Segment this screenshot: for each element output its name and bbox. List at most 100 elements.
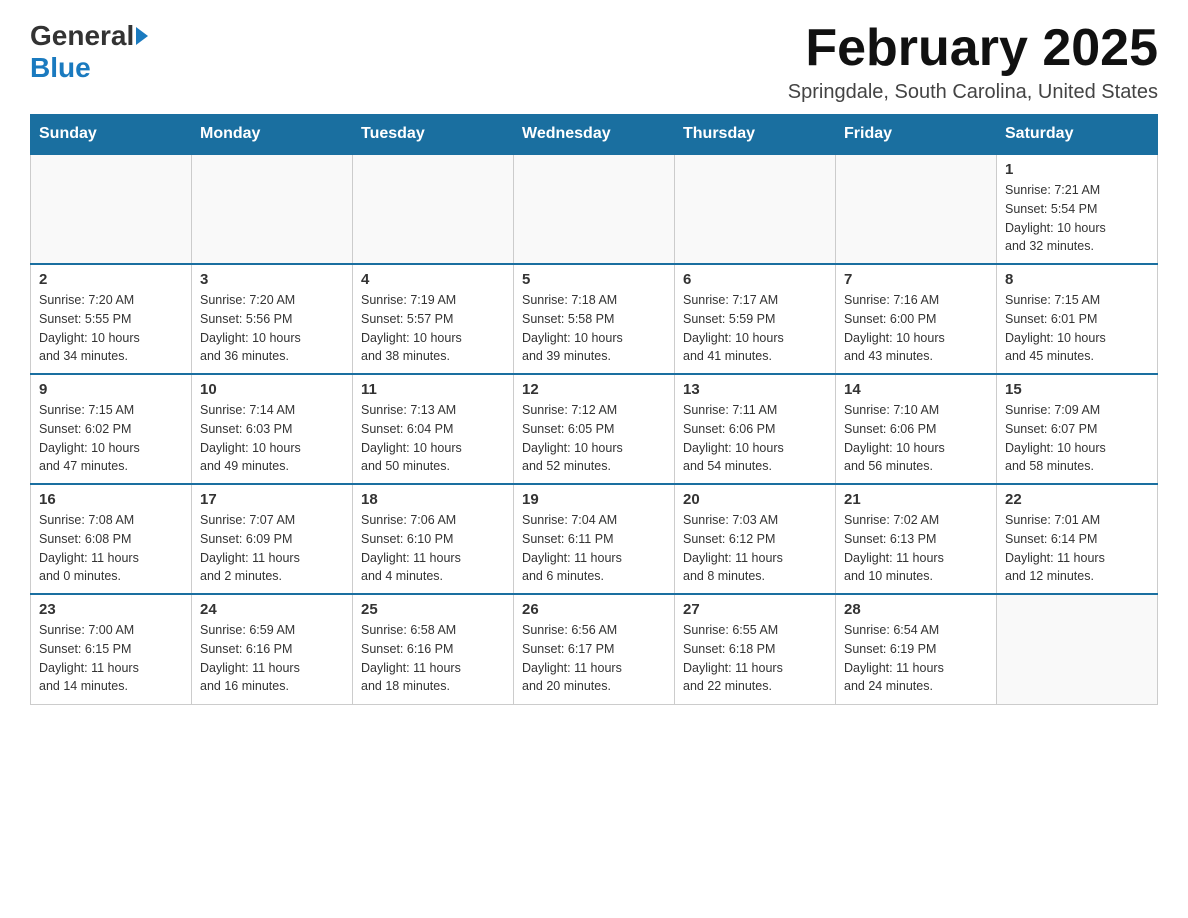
day-info: Sunrise: 7:11 AMSunset: 6:06 PMDaylight:… bbox=[683, 401, 827, 476]
month-year-title: February 2025 bbox=[788, 20, 1158, 77]
calendar-cell: 16 Sunrise: 7:08 AMSunset: 6:08 PMDayligh… bbox=[31, 484, 192, 594]
calendar-cell bbox=[31, 154, 192, 264]
weekday-header-sunday: Sunday bbox=[31, 115, 192, 155]
day-number: 24 bbox=[200, 601, 344, 618]
day-info: Sunrise: 6:54 AMSunset: 6:19 PMDaylight:… bbox=[844, 621, 988, 696]
day-info: Sunrise: 7:14 AMSunset: 6:03 PMDaylight:… bbox=[200, 401, 344, 476]
day-number: 19 bbox=[522, 491, 666, 508]
calendar-cell: 27Sunrise: 6:55 AMSunset: 6:18 PMDayligh… bbox=[675, 594, 836, 704]
day-info: Sunrise: 7:06 AMSunset: 6:10 PMDaylight:… bbox=[361, 511, 505, 586]
day-info: Sunrise: 7:18 AMSunset: 5:58 PMDaylight:… bbox=[522, 291, 666, 366]
calendar-cell: 7 Sunrise: 7:16 AMSunset: 6:00 PMDaylight… bbox=[836, 264, 997, 374]
calendar-cell: 17 Sunrise: 7:07 AMSunset: 6:09 PMDayligh… bbox=[192, 484, 353, 594]
calendar-table: SundayMondayTuesdayWednesdayThursdayFrid… bbox=[30, 114, 1158, 705]
day-info: Sunrise: 7:02 AMSunset: 6:13 PMDaylight:… bbox=[844, 511, 988, 586]
page-header: General Blue February 2025 Springdale, S… bbox=[30, 20, 1158, 104]
day-number: 6 bbox=[683, 271, 827, 288]
day-info: Sunrise: 7:00 AMSunset: 6:15 PMDaylight:… bbox=[39, 621, 183, 696]
calendar-week-row: 16 Sunrise: 7:08 AMSunset: 6:08 PMDayligh… bbox=[31, 484, 1158, 594]
calendar-cell: 8 Sunrise: 7:15 AMSunset: 6:01 PMDaylight… bbox=[997, 264, 1158, 374]
day-info: Sunrise: 7:01 AMSunset: 6:14 PMDaylight:… bbox=[1005, 511, 1149, 586]
calendar-week-row: 9 Sunrise: 7:15 AMSunset: 6:02 PMDaylight… bbox=[31, 374, 1158, 484]
calendar-week-row: 2 Sunrise: 7:20 AMSunset: 5:55 PMDaylight… bbox=[31, 264, 1158, 374]
calendar-week-row: 1Sunrise: 7:21 AMSunset: 5:54 PMDaylight… bbox=[31, 154, 1158, 264]
day-info: Sunrise: 7:07 AMSunset: 6:09 PMDaylight:… bbox=[200, 511, 344, 586]
day-info: Sunrise: 7:17 AMSunset: 5:59 PMDaylight:… bbox=[683, 291, 827, 366]
calendar-cell: 12 Sunrise: 7:12 AMSunset: 6:05 PMDayligh… bbox=[514, 374, 675, 484]
calendar-cell: 1Sunrise: 7:21 AMSunset: 5:54 PMDaylight… bbox=[997, 154, 1158, 264]
day-info: Sunrise: 6:58 AMSunset: 6:16 PMDaylight:… bbox=[361, 621, 505, 696]
day-info: Sunrise: 7:12 AMSunset: 6:05 PMDaylight:… bbox=[522, 401, 666, 476]
day-info: Sunrise: 6:56 AMSunset: 6:17 PMDaylight:… bbox=[522, 621, 666, 696]
calendar-cell: 28 Sunrise: 6:54 AMSunset: 6:19 PMDayligh… bbox=[836, 594, 997, 704]
calendar-cell bbox=[514, 154, 675, 264]
day-number: 4 bbox=[361, 271, 505, 288]
day-info: Sunrise: 7:03 AMSunset: 6:12 PMDaylight:… bbox=[683, 511, 827, 586]
day-info: Sunrise: 7:19 AMSunset: 5:57 PMDaylight:… bbox=[361, 291, 505, 366]
calendar-cell: 2 Sunrise: 7:20 AMSunset: 5:55 PMDaylight… bbox=[31, 264, 192, 374]
day-info: Sunrise: 7:16 AMSunset: 6:00 PMDaylight:… bbox=[844, 291, 988, 366]
calendar-cell: 24 Sunrise: 6:59 AMSunset: 6:16 PMDayligh… bbox=[192, 594, 353, 704]
day-number: 25 bbox=[361, 601, 505, 618]
day-number: 7 bbox=[844, 271, 988, 288]
weekday-header-thursday: Thursday bbox=[675, 115, 836, 155]
day-info: Sunrise: 6:59 AMSunset: 6:16 PMDaylight:… bbox=[200, 621, 344, 696]
day-info: Sunrise: 7:08 AMSunset: 6:08 PMDaylight:… bbox=[39, 511, 183, 586]
day-number: 3 bbox=[200, 271, 344, 288]
day-info: Sunrise: 7:20 AMSunset: 5:56 PMDaylight:… bbox=[200, 291, 344, 366]
calendar-cell: 9 Sunrise: 7:15 AMSunset: 6:02 PMDaylight… bbox=[31, 374, 192, 484]
calendar-cell: 18 Sunrise: 7:06 AMSunset: 6:10 PMDayligh… bbox=[353, 484, 514, 594]
day-number: 28 bbox=[844, 601, 988, 618]
day-number: 1 bbox=[1005, 161, 1149, 178]
calendar-cell: 5 Sunrise: 7:18 AMSunset: 5:58 PMDaylight… bbox=[514, 264, 675, 374]
calendar-cell: 13 Sunrise: 7:11 AMSunset: 6:06 PMDayligh… bbox=[675, 374, 836, 484]
calendar-cell: 15 Sunrise: 7:09 AMSunset: 6:07 PMDayligh… bbox=[997, 374, 1158, 484]
day-number: 20 bbox=[683, 491, 827, 508]
day-info: Sunrise: 7:20 AMSunset: 5:55 PMDaylight:… bbox=[39, 291, 183, 366]
weekday-header-saturday: Saturday bbox=[997, 115, 1158, 155]
calendar-cell: 11Sunrise: 7:13 AMSunset: 6:04 PMDayligh… bbox=[353, 374, 514, 484]
weekday-header-wednesday: Wednesday bbox=[514, 115, 675, 155]
day-number: 17 bbox=[200, 491, 344, 508]
day-number: 10 bbox=[200, 381, 344, 398]
day-number: 21 bbox=[844, 491, 988, 508]
day-number: 23 bbox=[39, 601, 183, 618]
weekday-header-tuesday: Tuesday bbox=[353, 115, 514, 155]
calendar-cell: 20 Sunrise: 7:03 AMSunset: 6:12 PMDayligh… bbox=[675, 484, 836, 594]
day-number: 26 bbox=[522, 601, 666, 618]
location-subtitle: Springdale, South Carolina, United State… bbox=[788, 81, 1158, 104]
day-number: 16 bbox=[39, 491, 183, 508]
day-number: 13 bbox=[683, 381, 827, 398]
day-info: Sunrise: 7:15 AMSunset: 6:01 PMDaylight:… bbox=[1005, 291, 1149, 366]
logo-blue-text: Blue bbox=[30, 52, 91, 83]
calendar-cell: 21 Sunrise: 7:02 AMSunset: 6:13 PMDayligh… bbox=[836, 484, 997, 594]
calendar-cell bbox=[836, 154, 997, 264]
day-number: 18 bbox=[361, 491, 505, 508]
calendar-week-row: 23 Sunrise: 7:00 AMSunset: 6:15 PMDayligh… bbox=[31, 594, 1158, 704]
day-number: 8 bbox=[1005, 271, 1149, 288]
day-number: 9 bbox=[39, 381, 183, 398]
day-info: Sunrise: 7:04 AMSunset: 6:11 PMDaylight:… bbox=[522, 511, 666, 586]
weekday-header-friday: Friday bbox=[836, 115, 997, 155]
day-number: 15 bbox=[1005, 381, 1149, 398]
day-number: 2 bbox=[39, 271, 183, 288]
logo: General Blue bbox=[30, 20, 148, 84]
day-number: 12 bbox=[522, 381, 666, 398]
weekday-header-monday: Monday bbox=[192, 115, 353, 155]
day-number: 5 bbox=[522, 271, 666, 288]
title-section: February 2025 Springdale, South Carolina… bbox=[788, 20, 1158, 104]
calendar-cell: 19 Sunrise: 7:04 AMSunset: 6:11 PMDayligh… bbox=[514, 484, 675, 594]
calendar-cell bbox=[192, 154, 353, 264]
day-info: Sunrise: 7:15 AMSunset: 6:02 PMDaylight:… bbox=[39, 401, 183, 476]
logo-general-text: General bbox=[30, 20, 134, 52]
day-info: Sunrise: 7:09 AMSunset: 6:07 PMDaylight:… bbox=[1005, 401, 1149, 476]
calendar-cell: 14Sunrise: 7:10 AMSunset: 6:06 PMDayligh… bbox=[836, 374, 997, 484]
calendar-cell: 4 Sunrise: 7:19 AMSunset: 5:57 PMDaylight… bbox=[353, 264, 514, 374]
logo-arrow-icon bbox=[136, 27, 148, 45]
calendar-cell: 22 Sunrise: 7:01 AMSunset: 6:14 PMDayligh… bbox=[997, 484, 1158, 594]
day-number: 22 bbox=[1005, 491, 1149, 508]
calendar-cell: 6 Sunrise: 7:17 AMSunset: 5:59 PMDaylight… bbox=[675, 264, 836, 374]
calendar-header-row: SundayMondayTuesdayWednesdayThursdayFrid… bbox=[31, 115, 1158, 155]
calendar-cell: 3 Sunrise: 7:20 AMSunset: 5:56 PMDaylight… bbox=[192, 264, 353, 374]
calendar-cell bbox=[675, 154, 836, 264]
